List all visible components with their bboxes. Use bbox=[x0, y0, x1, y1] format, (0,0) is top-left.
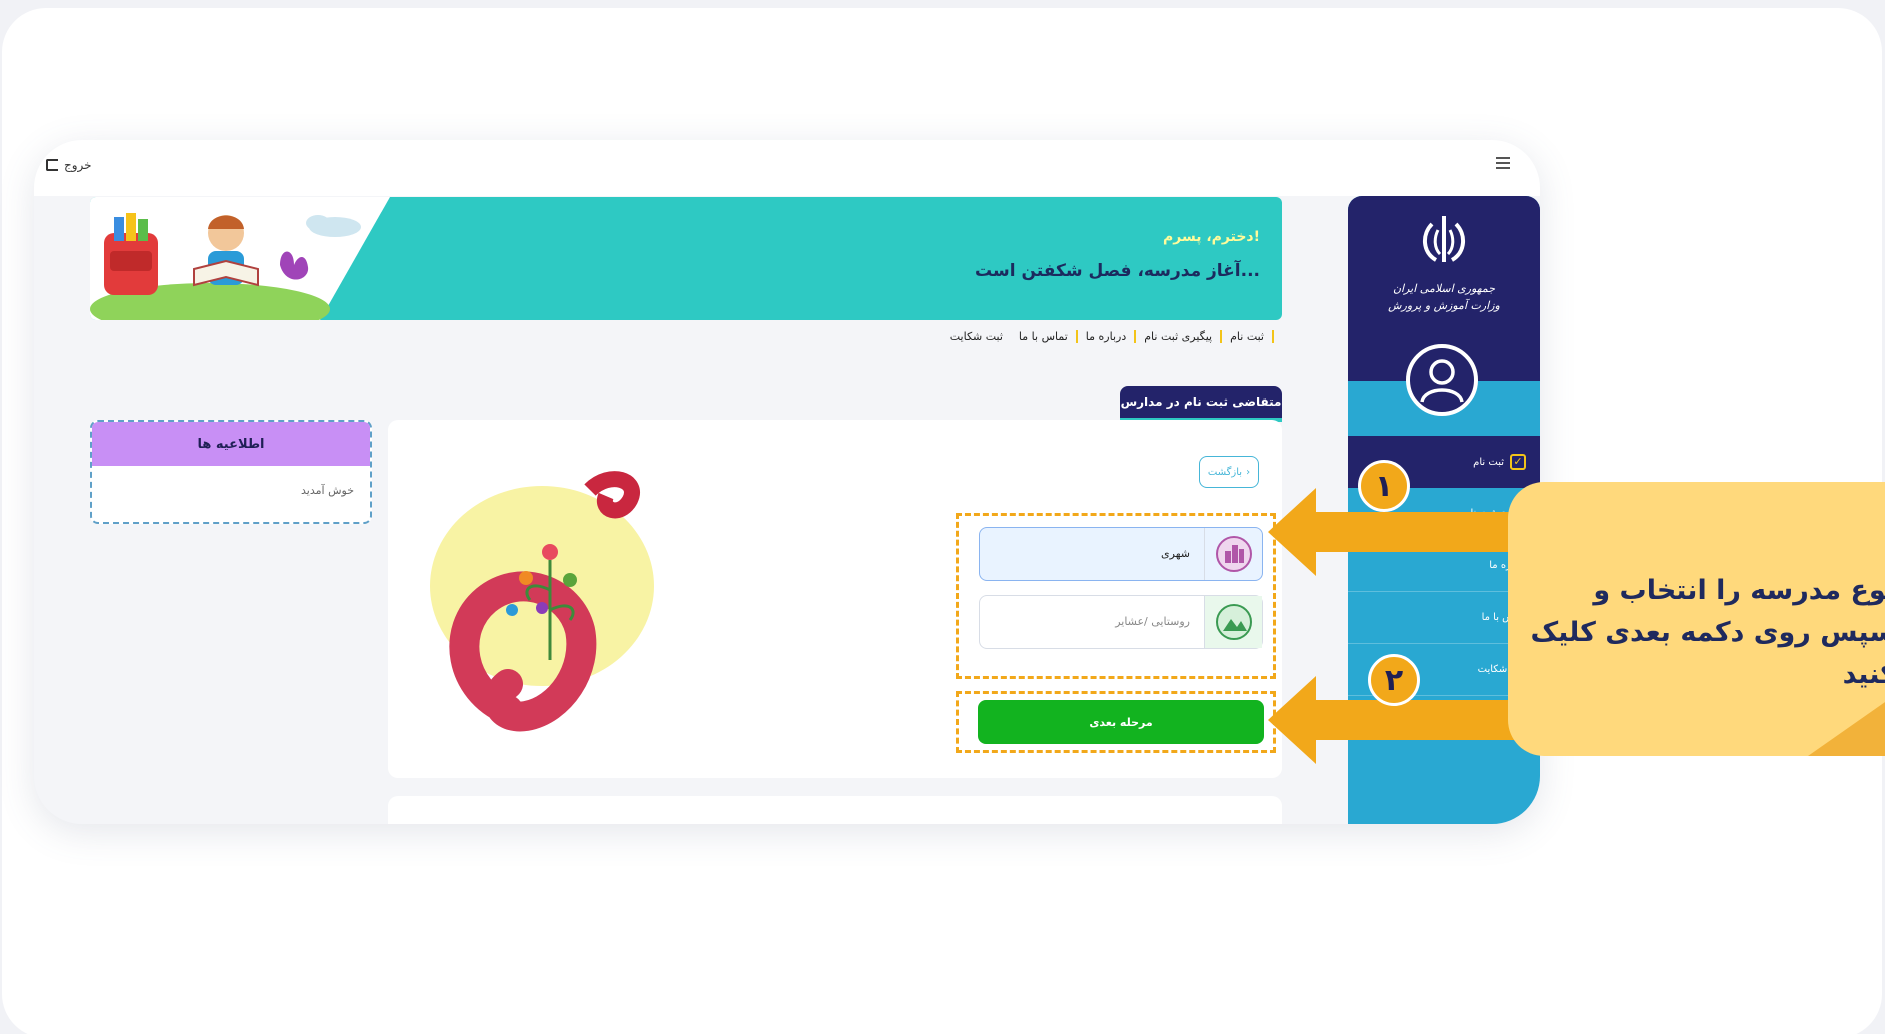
chevron-right-icon: › bbox=[1246, 466, 1251, 478]
checkbox-icon: ✓ bbox=[1510, 454, 1526, 470]
org-line-1: جمهوری اسلامی ایران bbox=[1392, 282, 1496, 295]
logout-label: خروج bbox=[64, 158, 92, 172]
page-title: متقاضی ثبت نام در مدارس bbox=[1120, 386, 1282, 422]
instruction-callout: نوع مدرسه را انتخاب و سپس روی دکمه بعدی … bbox=[1508, 482, 1885, 756]
step-badge-1: ۱ bbox=[1358, 460, 1410, 512]
user-icon bbox=[1420, 359, 1464, 403]
top-bar: خروج bbox=[34, 140, 1540, 196]
back-button[interactable]: بازگشت › bbox=[1199, 456, 1259, 488]
highlight-next-button bbox=[956, 691, 1276, 753]
avatar bbox=[1406, 344, 1478, 416]
notices-panel: اطلاعیه ها خوش آمدید bbox=[90, 420, 372, 524]
banner-title: آغاز مدرسه، فصل شکفتن است... bbox=[975, 261, 1260, 281]
nav-link-complaint[interactable]: ثبت شکایت bbox=[942, 330, 1011, 343]
callout-corner bbox=[1808, 702, 1885, 756]
hero-banner: دخترم، پسرم! آغاز مدرسه، فصل شکفتن است..… bbox=[90, 197, 1282, 320]
back-label: بازگشت bbox=[1207, 466, 1243, 478]
hamburger-menu-icon[interactable] bbox=[1496, 157, 1510, 169]
banner-illustration bbox=[90, 197, 390, 320]
notices-title: اطلاعیه ها bbox=[92, 422, 370, 466]
banner-greeting: دخترم، پسرم! bbox=[1162, 229, 1260, 245]
notices-body: خوش آمدید bbox=[301, 484, 354, 497]
instruction-text: نوع مدرسه را انتخاب و سپس روی دکمه بعدی … bbox=[1530, 575, 1885, 690]
highlight-options bbox=[956, 513, 1276, 679]
org-line-2: وزارت آموزش و پرورش bbox=[1388, 299, 1500, 312]
logout-icon bbox=[46, 159, 58, 171]
calligraphy-illustration bbox=[430, 471, 654, 732]
iran-emblem-icon bbox=[1423, 216, 1465, 262]
sidebar-item-label: ثبت نام bbox=[1473, 456, 1504, 468]
nav-link-contact[interactable]: تماس با ما bbox=[1011, 330, 1078, 343]
nav-link-register[interactable]: ثبت نام bbox=[1222, 330, 1274, 343]
nav-link-track[interactable]: پیگیری ثبت نام bbox=[1136, 330, 1223, 343]
nav-link-about[interactable]: درباره ما bbox=[1078, 330, 1137, 343]
step-badge-2: ۲ bbox=[1368, 654, 1420, 706]
secondary-card bbox=[388, 796, 1282, 824]
top-navigation: ثبت نام پیگیری ثبت نام درباره ما تماس با… bbox=[942, 330, 1274, 343]
organization-name: جمهوری اسلامی ایران وزارت آموزش و پرورش bbox=[1348, 280, 1540, 314]
logout-button[interactable]: خروج bbox=[46, 154, 92, 176]
